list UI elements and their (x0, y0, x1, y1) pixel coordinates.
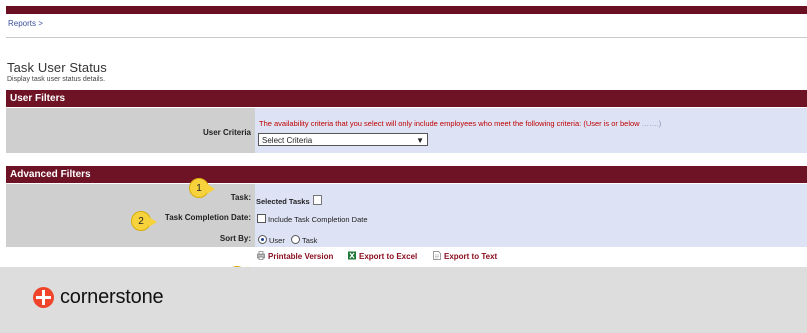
export-to-text-link[interactable]: Export to Text (433, 251, 497, 261)
task-completion-date-field: Include Task Completion Date (257, 214, 368, 224)
user-criteria-label: User Criteria (202, 128, 251, 137)
criteria-select-value: Select Criteria (262, 136, 313, 145)
task-completion-date-label: Task Completion Date: (164, 213, 251, 222)
divider (6, 37, 807, 38)
sort-task-radio[interactable] (290, 235, 300, 244)
task-picker-icon[interactable] (312, 195, 322, 205)
criteria-notice-text: The availability criteria that you selec… (259, 119, 642, 128)
export-to-text-label: Export to Text (444, 252, 498, 261)
export-to-excel-label: Export to Excel (359, 252, 418, 261)
printable-version-label: Printable Version (268, 252, 334, 261)
footer: cornerstone (0, 267, 807, 333)
page-title: Task User Status (7, 60, 107, 75)
criteria-notice: The availability criteria that you selec… (259, 119, 661, 128)
excel-icon (348, 251, 356, 260)
sort-by-label: Sort By: (219, 234, 251, 243)
user-filters-value-column (255, 108, 807, 153)
printer-icon (257, 251, 265, 260)
callout-1: 1 (189, 178, 215, 198)
breadcrumb-reports[interactable]: Reports > (8, 19, 43, 28)
sort-user-label: User (269, 236, 285, 245)
advanced-filters-header: Advanced Filters (6, 166, 807, 183)
criteria-notice-tail: …….) (641, 119, 662, 128)
page-subtitle: Display task user status details. (7, 76, 106, 83)
sort-user-radio[interactable] (258, 235, 267, 244)
selected-tasks-text: Selected Tasks (256, 197, 310, 206)
user-filters-header: User Filters (6, 90, 807, 107)
chevron-down-icon: ▼ (416, 136, 424, 145)
task-label: Task: (230, 193, 251, 202)
callout-2: 2 (131, 211, 157, 231)
top-banner (6, 6, 807, 14)
cornerstone-logo-icon (33, 287, 54, 308)
printable-version-link[interactable]: Printable Version (257, 251, 333, 261)
include-completion-date-label: Include Task Completion Date (268, 215, 368, 224)
cornerstone-logo-text: cornerstone (60, 286, 164, 308)
sort-by-options: User Task (258, 235, 317, 245)
task-value: Selected Tasks (256, 195, 322, 206)
include-completion-date-checkbox[interactable] (257, 214, 266, 223)
criteria-select[interactable]: Select Criteria ▼ (258, 133, 428, 146)
text-file-icon (433, 251, 441, 260)
sort-task-label: Task (301, 236, 318, 245)
export-to-excel-link[interactable]: Export to Excel (348, 251, 417, 261)
